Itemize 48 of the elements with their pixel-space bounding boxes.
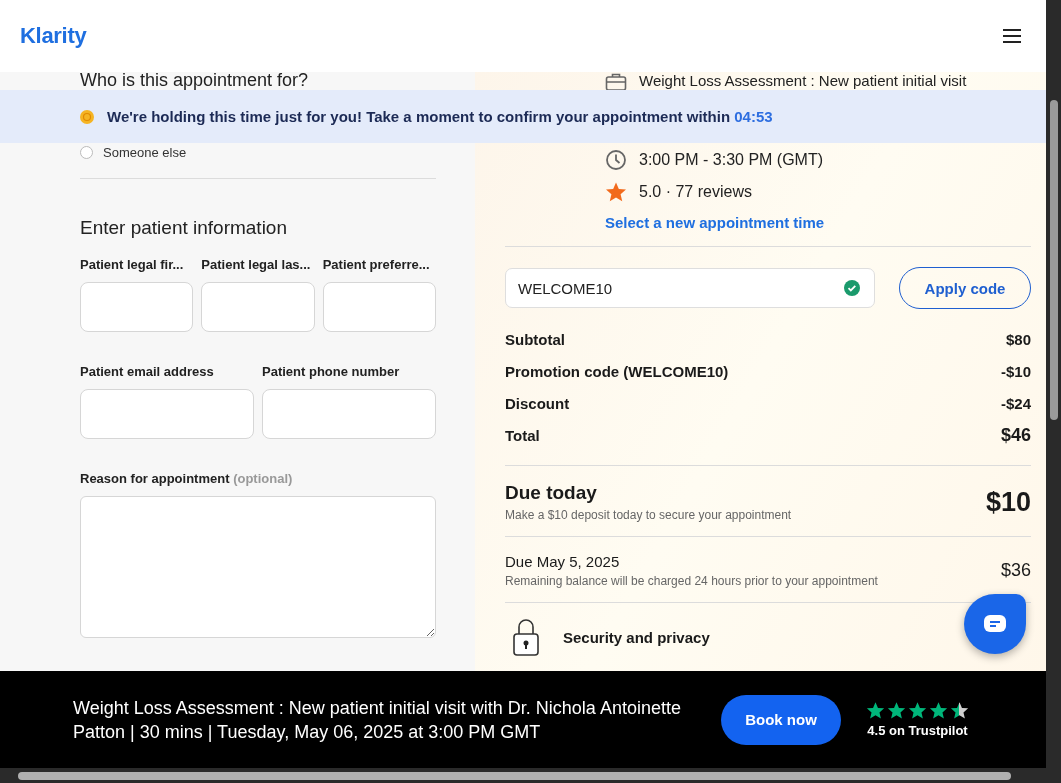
star-icon (605, 181, 627, 203)
trustpilot-label: 4.5 on Trustpilot (867, 723, 968, 738)
logo[interactable]: Klarity (20, 23, 87, 49)
security-title: Security and privacy (563, 628, 710, 646)
option-label: Someone else (103, 145, 187, 160)
scrollbar[interactable] (1046, 0, 1061, 768)
due-note: Make a $10 deposit today to secure your appointment (505, 508, 792, 522)
due-title: Due May 5, 2025 (505, 553, 621, 570)
menu-icon[interactable] (1002, 28, 1022, 44)
appointment-time: 3:00 PM - 3:30 PM (GMT) (639, 151, 824, 169)
summary-label: Discount (505, 394, 570, 412)
summary-label: Total (505, 426, 540, 444)
summary-amount: $46 (1000, 424, 1031, 446)
input-field[interactable] (80, 282, 194, 332)
briefcase-icon (605, 72, 627, 92)
summary-label: Promotion code (WELCOME10) (505, 362, 729, 380)
scrollbar[interactable] (0, 768, 1061, 783)
due-amount: $10 (985, 486, 1031, 518)
banner-text: We're holding this time just for you! Take a moment to confirm your appointment within 04:53 (107, 108, 773, 125)
book-now-button[interactable]: Book now (721, 694, 841, 745)
promo-code-field[interactable]: WELCOME10 (505, 268, 875, 308)
appointment-summary: Weight Loss Assessment : New patient initial visit with Dr. Nichola Antoinette Patton | 30 mins | Tuesday, May 06, 2025 at 3:00 PM GMT (73, 696, 682, 744)
summary-amount: $80 (1005, 330, 1031, 348)
question-heading: Who is this appointment for? (80, 72, 310, 89)
text-area[interactable] (80, 496, 436, 638)
field-label: Patient legal las... (201, 257, 312, 272)
input-field[interactable] (80, 389, 254, 439)
service-name: Weight Loss Assessment : New patient initial visit (639, 72, 967, 89)
rating-text: 5.0 · 77 reviews (639, 183, 752, 201)
radio-button[interactable] (80, 146, 93, 159)
summary-label: Subtotal (505, 330, 565, 348)
due-amount: $36 (1000, 560, 1031, 581)
padlock-icon (511, 617, 541, 657)
field-label: Patient email address (80, 364, 215, 379)
section-title: Enter patient information (80, 217, 288, 239)
summary-amount: -$10 (1000, 362, 1031, 380)
change-time-link[interactable]: Select a new appointment time (605, 214, 825, 231)
input-field[interactable] (322, 282, 436, 332)
field-label: Patient preferre... (322, 257, 431, 272)
input-field[interactable] (262, 389, 436, 439)
chat-icon (983, 614, 1007, 634)
field-label: Reason for appointment (optional) (80, 471, 294, 486)
summary-amount: -$24 (1000, 394, 1031, 412)
input-field[interactable] (201, 282, 315, 332)
due-title: Due today (505, 482, 598, 504)
field-label: Patient phone number (262, 364, 401, 379)
field-label: Patient legal fir... (80, 257, 185, 272)
due-note: Remaining balance will be charged 24 hours prior to your appointment (505, 574, 878, 588)
